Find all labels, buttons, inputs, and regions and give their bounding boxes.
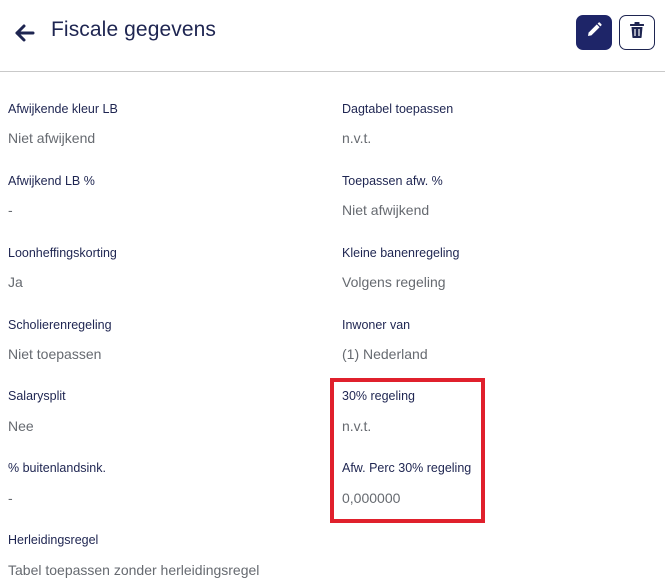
- field-value-dagtabel-toepassen: n.v.t.: [342, 130, 372, 146]
- field-value-toepassen-afw-pct: Niet afwijkend: [342, 202, 430, 218]
- field-value-salarysplit: Nee: [8, 418, 34, 434]
- pencil-icon: [585, 21, 603, 44]
- page-header: Fiscale gegevens: [0, 0, 665, 72]
- field-value-afwijkende-kleur-lb: Niet afwijkend: [8, 130, 96, 146]
- field-value-afwijkend-lb-pct: -: [8, 202, 13, 218]
- field-value-kleine-banenregeling: Volgens regeling: [342, 274, 446, 290]
- highlight-box: [330, 378, 485, 523]
- field-label-loonheffingskorting: Loonheffingskorting: [8, 246, 117, 260]
- field-label-afwijkend-lb-pct: Afwijkend LB %: [8, 174, 95, 188]
- field-label-kleine-banenregeling: Kleine banenregeling: [342, 246, 460, 260]
- page-title: Fiscale gegevens: [51, 18, 217, 41]
- field-label-scholierenregeling: Scholierenregeling: [8, 318, 112, 332]
- delete-button[interactable]: [619, 15, 655, 50]
- arrow-left-icon[interactable]: [14, 22, 36, 44]
- edit-button[interactable]: [576, 15, 612, 50]
- field-label-herleidingsregel: Herleidingsregel: [8, 533, 99, 547]
- trash-icon: [629, 21, 645, 44]
- field-label-afwijkende-kleur-lb: Afwijkende kleur LB: [8, 102, 118, 116]
- field-value-inwoner-van: (1) Nederland: [342, 346, 428, 362]
- field-label-inwoner-van: Inwoner van: [342, 318, 411, 332]
- field-label-dagtabel-toepassen: Dagtabel toepassen: [342, 102, 454, 116]
- field-value-loonheffingskorting: Ja: [8, 274, 23, 290]
- field-label-toepassen-afw-pct: Toepassen afw. %: [342, 174, 443, 188]
- field-value-scholierenregeling: Niet toepassen: [8, 346, 102, 362]
- field-value-buitenlandsink: -: [8, 490, 13, 506]
- field-value-herleidingsregel: Tabel toepassen zonder herleidingsregel: [8, 562, 260, 578]
- field-label-buitenlandsink: % buitenlandsink.: [8, 461, 106, 475]
- field-label-salarysplit: Salarysplit: [8, 389, 66, 403]
